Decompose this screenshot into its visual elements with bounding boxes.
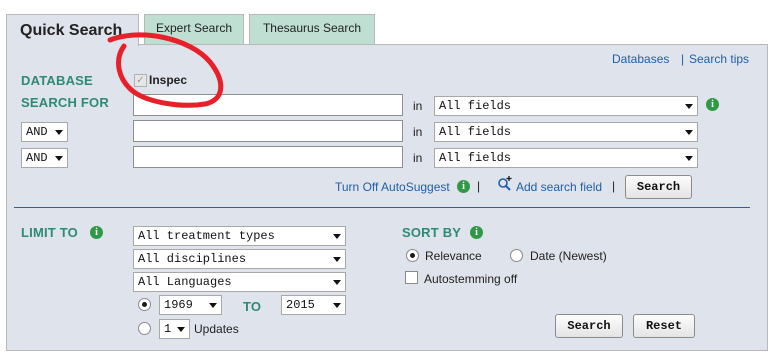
chevron-down-icon [333, 280, 341, 285]
languages-select[interactable]: All Languages [133, 272, 346, 292]
disciplines-value: All disciplines [138, 252, 247, 266]
sort-by-label: SORT BY [402, 225, 462, 240]
updates-count-value: 1 [164, 322, 172, 336]
search-term-input-3[interactable] [133, 146, 403, 168]
updates-label: Updates [194, 322, 239, 336]
info-icon[interactable]: i [90, 226, 103, 239]
magnifier-plus-icon[interactable] [497, 175, 513, 191]
tab-quick-search[interactable]: Quick Search [6, 14, 139, 46]
treatment-type-value: All treatment types [138, 229, 275, 243]
field-select-1[interactable]: All fields [434, 96, 698, 116]
operator-select-2[interactable]: AND [21, 122, 68, 142]
database-label: DATABASE [21, 73, 93, 88]
field-select-3[interactable]: All fields [434, 148, 698, 168]
operator-select-3-value: AND [26, 151, 48, 165]
info-icon[interactable]: i [470, 226, 483, 239]
chevron-down-icon [333, 303, 341, 308]
autostemming-label: Autostemming off [424, 272, 518, 286]
actions-separator: | [477, 179, 481, 193]
search-for-label: SEARCH FOR [21, 95, 109, 110]
updates-radio[interactable] [138, 322, 151, 335]
link-separator: | [681, 52, 685, 66]
search-term-input-1[interactable] [133, 94, 403, 116]
in-label-2: in [413, 125, 423, 139]
reset-button[interactable]: Reset [633, 314, 695, 338]
year-range-radio[interactable] [138, 298, 151, 311]
year-from-value: 1969 [164, 298, 193, 312]
field-select-1-value: All fields [439, 99, 512, 113]
operator-select-3[interactable]: AND [21, 148, 68, 168]
chevron-down-icon [333, 257, 341, 262]
field-select-3-value: All fields [439, 151, 512, 165]
tab-expert-search[interactable]: Expert Search [144, 14, 244, 44]
chevron-down-icon [55, 156, 63, 161]
year-to-select[interactable]: 2015 [281, 295, 346, 315]
year-from-select[interactable]: 1969 [159, 295, 222, 315]
field-select-2[interactable]: All fields [434, 122, 698, 142]
info-icon[interactable]: i [457, 180, 470, 193]
sort-relevance-label: Relevance [425, 249, 482, 263]
autostemming-checkbox[interactable] [405, 271, 418, 284]
inspec-checkbox[interactable]: ✓ [134, 74, 147, 87]
actions-separator-2: | [612, 179, 616, 193]
chevron-down-icon [685, 104, 693, 109]
inspec-label: Inspec [149, 73, 188, 87]
chevron-down-icon [685, 130, 693, 135]
disciplines-select[interactable]: All disciplines [133, 249, 346, 269]
search-tips-link[interactable]: Search tips [689, 52, 749, 66]
section-divider [14, 207, 750, 208]
limit-to-label: LIMIT TO [21, 225, 78, 240]
sort-date-label: Date (Newest) [530, 249, 607, 263]
field-select-2-value: All fields [439, 125, 512, 139]
in-label-1: in [413, 99, 423, 113]
search-button[interactable]: Search [555, 314, 623, 338]
sort-date-radio[interactable] [510, 249, 523, 262]
magnifier-plus-svg [498, 176, 512, 191]
search-term-input-2[interactable] [133, 120, 403, 142]
search-button-top[interactable]: Search [625, 175, 692, 199]
updates-count-select[interactable]: 1 [159, 319, 190, 339]
add-search-field-link[interactable]: Add search field [516, 180, 602, 194]
databases-link[interactable]: Databases [612, 52, 669, 66]
info-icon[interactable]: i [706, 98, 719, 111]
sort-relevance-radio[interactable] [406, 249, 419, 262]
treatment-type-select[interactable]: All treatment types [133, 226, 346, 246]
chevron-down-icon [177, 327, 185, 332]
year-to-value: 2015 [286, 298, 315, 312]
operator-select-2-value: AND [26, 125, 48, 139]
chevron-down-icon [685, 156, 693, 161]
tab-thesaurus-search[interactable]: Thesaurus Search [249, 14, 375, 44]
to-label: TO [243, 299, 262, 314]
chevron-down-icon [333, 234, 341, 239]
chevron-down-icon [55, 130, 63, 135]
languages-value: All Languages [138, 275, 232, 289]
in-label-3: in [413, 151, 423, 165]
autosuggest-toggle-link[interactable]: Turn Off AutoSuggest [335, 180, 450, 194]
chevron-down-icon [209, 303, 217, 308]
